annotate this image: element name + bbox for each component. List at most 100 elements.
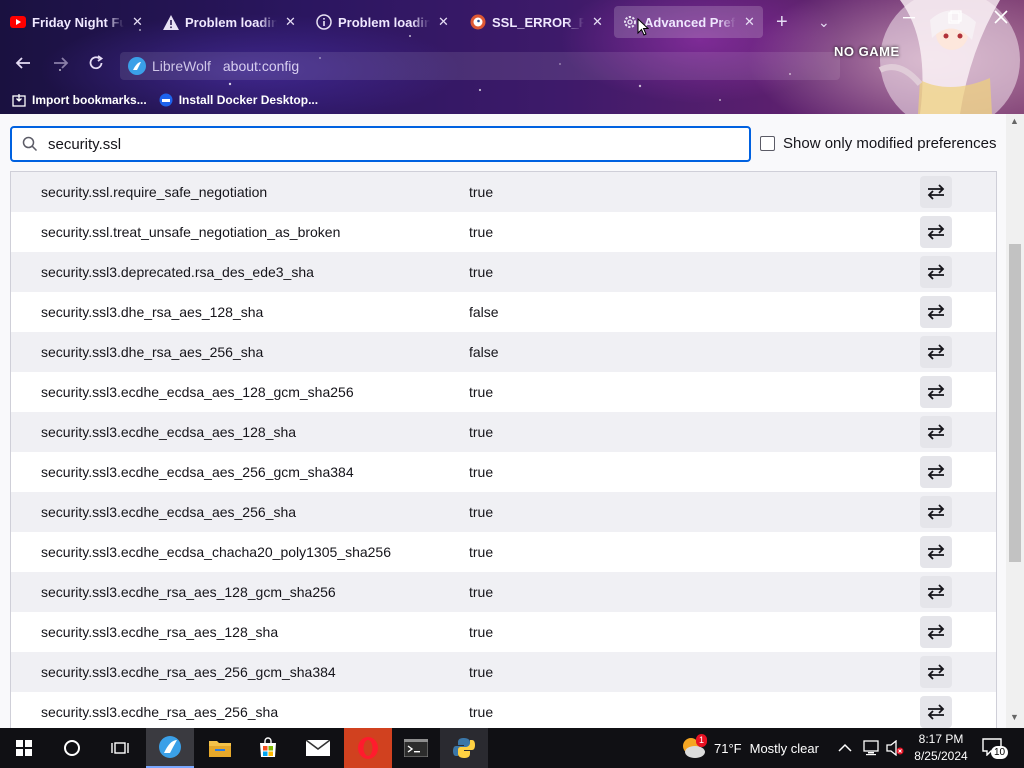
table-row[interactable]: security.ssl.require_safe_negotiation tru… [11, 172, 996, 212]
file-explorer-icon[interactable] [196, 728, 244, 768]
close-icon[interactable]: ✕ [438, 14, 449, 30]
reload-icon[interactable] [87, 54, 105, 77]
toggle-button[interactable] [920, 296, 952, 328]
tab-2[interactable]: Problem loading p ✕ [308, 6, 457, 38]
toggle-button[interactable] [920, 696, 952, 728]
table-row[interactable]: security.ssl3.deprecated.rsa_des_ede3_sh… [11, 252, 996, 292]
preference-value[interactable]: true [469, 424, 493, 440]
terminal-icon[interactable] [392, 728, 440, 768]
table-row[interactable]: security.ssl.treat_unsafe_negotiation_as… [11, 212, 996, 252]
toggle-button[interactable] [920, 456, 952, 488]
toggle-arrows-icon [927, 344, 945, 360]
back-arrow-icon[interactable] [14, 54, 32, 77]
tab-1[interactable]: Problem loading p ✕ [155, 6, 304, 38]
minimize-icon[interactable] [902, 10, 916, 29]
opera-icon[interactable] [344, 728, 392, 768]
toggle-arrows-icon [927, 184, 945, 200]
close-icon[interactable]: ✕ [744, 14, 755, 30]
scrollbar-thumb[interactable] [1009, 244, 1021, 562]
windows-start-icon[interactable] [0, 728, 48, 768]
action-center-icon[interactable]: 10 [982, 728, 1009, 768]
table-row[interactable]: security.ssl3.ecdhe_ecdsa_aes_128_gcm_sh… [11, 372, 996, 412]
preference-value[interactable]: true [469, 624, 493, 640]
window-close-icon[interactable] [994, 10, 1008, 29]
preference-name: security.ssl3.ecdhe_ecdsa_aes_256_sha [41, 504, 297, 520]
table-row[interactable]: security.ssl3.ecdhe_ecdsa_aes_256_gcm_sh… [11, 452, 996, 492]
tab-3[interactable]: SSL_ERROR_RX_RE ✕ [462, 6, 611, 38]
volume-muted-icon[interactable] [886, 728, 904, 768]
toggle-button[interactable] [920, 616, 952, 648]
preference-value[interactable]: true [469, 664, 493, 680]
table-row[interactable]: security.ssl3.ecdhe_ecdsa_aes_128_sha tru… [11, 412, 996, 452]
preference-value[interactable]: true [469, 384, 493, 400]
table-row[interactable]: security.ssl3.ecdhe_rsa_aes_128_gcm_sha2… [11, 572, 996, 612]
task-view-icon[interactable] [96, 728, 144, 768]
page-scrollbar[interactable]: ▲ ▼ [1006, 114, 1024, 728]
toggle-button[interactable] [920, 496, 952, 528]
show-hidden-icons-chevron[interactable] [838, 728, 852, 768]
scroll-down-icon[interactable]: ▼ [1010, 712, 1019, 722]
table-row[interactable]: security.ssl3.ecdhe_rsa_aes_256_gcm_sha3… [11, 652, 996, 692]
search-input[interactable] [48, 135, 728, 153]
forward-arrow-icon[interactable] [52, 54, 70, 77]
show-modified-checkbox[interactable] [760, 136, 775, 151]
bookmark-import[interactable]: Import bookmarks... [12, 93, 147, 107]
preference-name: security.ssl3.ecdhe_ecdsa_aes_256_gcm_sh… [41, 464, 354, 480]
search-box[interactable] [10, 126, 751, 162]
weather-temp: 71°F [714, 740, 742, 756]
preference-value[interactable]: true [469, 224, 493, 240]
toggle-button[interactable] [920, 536, 952, 568]
preference-value[interactable]: true [469, 704, 493, 720]
toggle-button[interactable] [920, 576, 952, 608]
identity-block[interactable]: LibreWolf [120, 57, 223, 75]
scroll-up-icon[interactable]: ▲ [1010, 116, 1019, 126]
toggle-button[interactable] [920, 656, 952, 688]
tab-list-chevron-icon[interactable]: ⌄ [818, 14, 830, 31]
weather-widget[interactable]: 1 71°F Mostly clear [680, 728, 819, 768]
toggle-button[interactable] [920, 416, 952, 448]
network-icon[interactable] [862, 728, 880, 768]
preferences-table: security.ssl.require_safe_negotiation tru… [10, 171, 997, 728]
maximize-icon[interactable] [948, 10, 962, 29]
browser-chrome: NO GAME Friday Night Funk ✕ Problem load… [0, 0, 1024, 114]
cortana-search-icon[interactable] [48, 728, 96, 768]
tab-0[interactable]: Friday Night Funk ✕ [2, 6, 151, 38]
system-clock[interactable]: 8:17 PM 8/25/2024 [906, 731, 976, 765]
preference-value[interactable]: false [469, 304, 499, 320]
close-icon[interactable]: ✕ [285, 14, 296, 30]
close-icon[interactable]: ✕ [132, 14, 143, 30]
toggle-button[interactable] [920, 256, 952, 288]
preference-value[interactable]: true [469, 544, 493, 560]
toggle-button[interactable] [920, 216, 952, 248]
table-row[interactable]: security.ssl3.ecdhe_rsa_aes_128_sha true [11, 612, 996, 652]
toggle-button[interactable] [920, 376, 952, 408]
librewolf-icon[interactable] [146, 728, 194, 768]
mail-icon[interactable] [294, 728, 342, 768]
show-modified-toggle[interactable]: Show only modified preferences [760, 135, 996, 152]
bookmark-label: Import bookmarks... [32, 93, 147, 107]
table-row[interactable]: security.ssl3.ecdhe_rsa_aes_256_sha true [11, 692, 996, 728]
toggle-arrows-icon [927, 224, 945, 240]
new-tab-button[interactable]: + [776, 12, 788, 32]
preference-value[interactable]: true [469, 504, 493, 520]
preference-name: security.ssl3.ecdhe_rsa_aes_256_sha [41, 704, 279, 720]
table-row[interactable]: security.ssl3.ecdhe_ecdsa_aes_256_sha tru… [11, 492, 996, 532]
table-row[interactable]: security.ssl3.dhe_rsa_aes_256_sha false [11, 332, 996, 372]
librewolf-icon [128, 57, 146, 75]
close-icon[interactable]: ✕ [592, 14, 603, 30]
preference-value[interactable]: false [469, 344, 499, 360]
preference-value[interactable]: true [469, 264, 493, 280]
url-bar[interactable]: LibreWolf about:config [120, 52, 840, 80]
toggle-button[interactable] [920, 176, 952, 208]
table-row[interactable]: security.ssl3.ecdhe_ecdsa_chacha20_poly1… [11, 532, 996, 572]
url-text[interactable]: about:config [223, 58, 299, 74]
table-row[interactable]: security.ssl3.dhe_rsa_aes_128_sha false [11, 292, 996, 332]
microsoft-store-icon[interactable] [244, 728, 292, 768]
preference-value[interactable]: true [469, 464, 493, 480]
preference-value[interactable]: true [469, 584, 493, 600]
python-icon[interactable] [440, 728, 488, 768]
toggle-button[interactable] [920, 336, 952, 368]
weather-icon: 1 [680, 734, 708, 760]
preference-value[interactable]: true [469, 184, 493, 200]
bookmark-docker[interactable]: Install Docker Desktop... [159, 93, 318, 107]
